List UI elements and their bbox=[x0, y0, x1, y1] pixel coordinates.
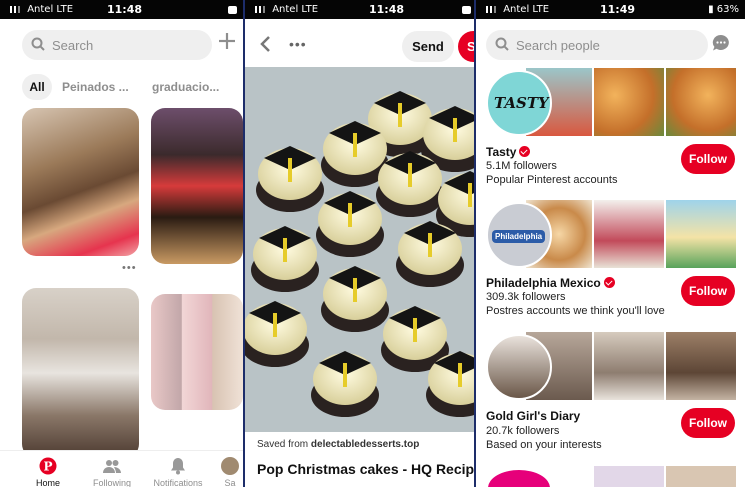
tab-label: Home bbox=[35, 478, 60, 487]
tab-saved[interactable]: Sa bbox=[210, 451, 243, 487]
pin-image-outfits[interactable] bbox=[151, 294, 243, 410]
battery-icon: ▮ bbox=[708, 4, 714, 15]
search-icon bbox=[495, 37, 509, 51]
tab-home[interactable]: P Home bbox=[18, 451, 78, 487]
battery-icon bbox=[228, 6, 237, 14]
home-feed-panel: Antel LTE 11:48 Search All Peinados ... … bbox=[0, 0, 243, 487]
preview-tile bbox=[666, 332, 736, 400]
pin-image-hair-woman[interactable] bbox=[22, 108, 139, 256]
chip-peinados[interactable]: Peinados ... bbox=[62, 74, 129, 100]
tab-notifications[interactable]: Notifications bbox=[148, 451, 208, 487]
avatar-icon bbox=[221, 457, 239, 475]
search-people-input[interactable]: Search people bbox=[486, 30, 708, 60]
follower-count: 309.3k followers bbox=[486, 291, 566, 303]
cupcakes-illustration bbox=[245, 67, 474, 432]
next-avatar bbox=[486, 468, 552, 487]
status-bar: Antel LTE 11:48 bbox=[0, 0, 243, 19]
more-options-icon[interactable]: ••• bbox=[289, 36, 307, 52]
status-bar: Antel LTE 11:48 bbox=[245, 0, 474, 19]
save-button[interactable]: Sa bbox=[458, 31, 474, 62]
account-subtitle: Based on your interests bbox=[486, 439, 602, 451]
bell-icon bbox=[171, 458, 185, 475]
follow-button-philadelphia[interactable]: Follow bbox=[681, 276, 735, 306]
svg-text:P: P bbox=[43, 460, 52, 474]
signal-icon bbox=[255, 5, 269, 13]
philadelphia-avatar: Philadelphia bbox=[486, 202, 552, 268]
pin-image-coca-cola[interactable] bbox=[151, 108, 243, 264]
follow-button-goldgirl[interactable]: Follow bbox=[681, 408, 735, 438]
saved-from-label: Saved from delectabledesserts.top bbox=[257, 439, 420, 450]
clock: 11:48 bbox=[369, 3, 405, 16]
tab-following[interactable]: Following bbox=[82, 451, 142, 487]
chip-all[interactable]: All bbox=[22, 74, 52, 100]
account-goldgirl-preview[interactable] bbox=[486, 332, 736, 400]
add-icon[interactable] bbox=[218, 32, 236, 50]
account-name: Philadelphia Mexico bbox=[486, 276, 615, 290]
people-icon bbox=[103, 460, 121, 473]
philadelphia-logo: Philadelphia bbox=[492, 230, 546, 243]
account-philadelphia-preview[interactable]: Philadelphia bbox=[486, 200, 736, 268]
more-options-icon[interactable]: ••• bbox=[122, 262, 137, 274]
search-icon bbox=[31, 37, 45, 51]
messages-icon[interactable] bbox=[712, 34, 730, 52]
signal-icon bbox=[10, 5, 24, 13]
status-bar: Antel LTE 11:49 ▮ 63% bbox=[476, 0, 745, 19]
bottom-tab-bar: P Home Following Notifications Sa bbox=[0, 450, 243, 487]
carrier-label: Antel LTE bbox=[255, 4, 318, 15]
battery-label: ▮ 63% bbox=[708, 4, 739, 15]
carrier-label: Antel LTE bbox=[486, 4, 549, 15]
pin-image-braid[interactable] bbox=[22, 288, 139, 458]
search-input[interactable]: Search bbox=[22, 30, 212, 60]
clock: 11:49 bbox=[600, 3, 636, 16]
preview-tile bbox=[594, 466, 664, 487]
clock: 11:48 bbox=[107, 3, 143, 16]
preview-tile bbox=[594, 332, 664, 400]
carrier-label: Antel LTE bbox=[10, 4, 73, 15]
preview-tile bbox=[666, 466, 736, 487]
tab-label: Notifications bbox=[153, 478, 203, 487]
send-button[interactable]: Send bbox=[402, 31, 454, 62]
chip-graduacion[interactable]: graduacio... bbox=[152, 74, 219, 100]
tab-label: Sa bbox=[224, 478, 236, 487]
search-people-panel: Antel LTE 11:49 ▮ 63% Search people TAST… bbox=[476, 0, 745, 487]
follower-count: 5.1M followers bbox=[486, 160, 557, 172]
follower-count: 20.7k followers bbox=[486, 425, 560, 437]
pin-detail-panel: Antel LTE 11:48 ••• Send Sa bbox=[243, 0, 476, 487]
account-tasty-preview[interactable]: TASTY bbox=[486, 68, 736, 136]
account-name: Tasty bbox=[486, 145, 531, 159]
source-domain-link[interactable]: delectabledesserts.top bbox=[311, 439, 419, 450]
tasty-avatar: TASTY bbox=[486, 70, 552, 136]
account-subtitle: Postres accounts we think you'll love bbox=[486, 305, 665, 317]
preview-tile bbox=[594, 68, 664, 136]
preview-tile bbox=[666, 200, 736, 268]
pin-title: Pop Christmas cakes - HQ Recipe bbox=[257, 461, 476, 477]
tasty-logo: TASTY bbox=[494, 94, 549, 112]
pinterest-logo-icon: P bbox=[39, 457, 57, 475]
preview-tile bbox=[594, 200, 664, 268]
tab-label: Following bbox=[92, 478, 132, 487]
battery-icon bbox=[462, 6, 471, 14]
account-subtitle: Popular Pinterest accounts bbox=[486, 174, 618, 186]
signal-icon bbox=[486, 5, 500, 13]
verified-badge-icon bbox=[519, 146, 531, 157]
verified-badge-icon bbox=[603, 277, 615, 288]
account-next-preview[interactable] bbox=[486, 466, 736, 487]
search-placeholder: Search bbox=[52, 38, 94, 53]
preview-tile bbox=[666, 68, 736, 136]
pin-image-graduation-cupcakes[interactable] bbox=[245, 67, 474, 432]
follow-button-tasty[interactable]: Follow bbox=[681, 144, 735, 174]
account-name: Gold Girl's Diary bbox=[486, 409, 581, 423]
back-arrow-icon[interactable] bbox=[259, 36, 271, 52]
search-placeholder: Search people bbox=[516, 38, 600, 53]
goldgirl-avatar bbox=[486, 334, 552, 400]
